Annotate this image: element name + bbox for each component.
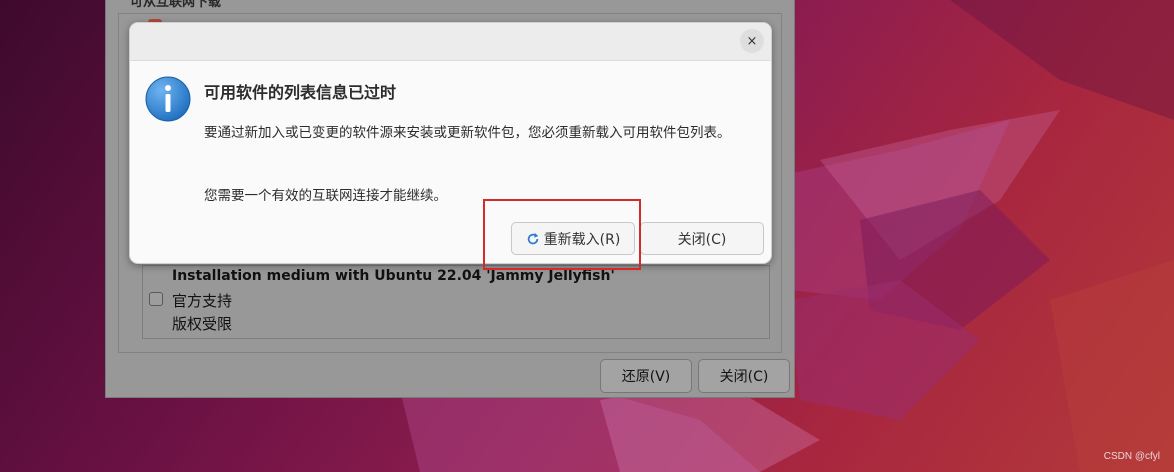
dialog-note: 您需要一个有效的互联网连接才能继续。: [204, 188, 447, 204]
watermark: CSDN @cfyl: [1103, 451, 1160, 462]
source-title: Installation medium with Ubuntu 22.04 'J…: [172, 268, 615, 284]
close-button[interactable]: 关闭(C): [698, 359, 790, 393]
dialog-close-button[interactable]: 关闭(C): [640, 222, 764, 255]
close-icon[interactable]: ×: [740, 29, 764, 53]
dialog-title: 可用软件的列表信息已过时: [204, 83, 397, 102]
source-line-restricted: 版权受限: [172, 315, 233, 333]
source-checkbox[interactable]: [149, 292, 163, 306]
highlight-annotation: [483, 199, 641, 270]
info-icon: [145, 76, 191, 122]
outdated-info-dialog: × 可用软件的列表信息已过时 要通过新加入或已变更的软件源来安装或更新软件包，您…: [129, 22, 772, 264]
dialog-message: 要通过新加入或已变更的软件源来安装或更新软件包，您必须重新载入可用软件包列表。: [204, 125, 731, 141]
section-label: 可从互联网下载: [130, 0, 222, 10]
source-line-official: 官方支持: [172, 292, 233, 310]
dialog-header: ×: [130, 23, 771, 61]
revert-button[interactable]: 还原(V): [600, 359, 692, 393]
